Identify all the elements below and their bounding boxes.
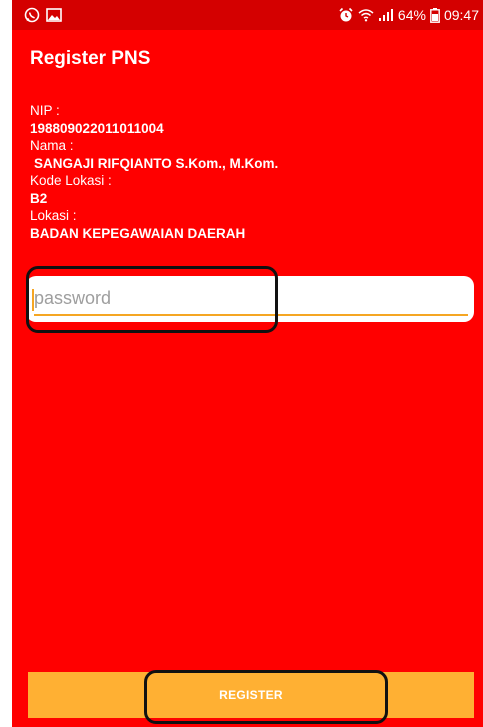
profile-info: NIP : 198809022011011004 Nama : SANGAJI … <box>30 102 278 242</box>
password-highlight-box <box>26 266 278 333</box>
kode-lokasi-label: Kode Lokasi : <box>30 173 112 188</box>
battery-percent: 64% <box>397 7 426 23</box>
whatsapp-icon <box>24 7 40 23</box>
signal-icon <box>378 8 394 22</box>
page-title: Register PNS <box>30 48 151 69</box>
app-screen: 64% 09:47 Register PNS NIP : 19880902201… <box>12 0 483 727</box>
status-time: 09:47 <box>443 7 479 23</box>
status-right: 64% 09:47 <box>338 7 479 23</box>
status-left <box>24 7 62 23</box>
register-highlight-box <box>144 670 388 724</box>
battery-icon <box>430 7 440 23</box>
status-bar: 64% 09:47 <box>12 0 483 30</box>
lokasi-label: Lokasi : <box>30 208 77 223</box>
image-icon <box>46 8 62 22</box>
nama-label: Nama : <box>30 138 74 153</box>
nama-value: SANGAJI RIFQIANTO S.Kom., M.Kom. <box>34 155 279 171</box>
alarm-icon <box>338 7 354 23</box>
kode-lokasi-value: B2 <box>30 190 48 206</box>
lokasi-value: BADAN KEPEGAWAIAN DAERAH <box>30 225 246 241</box>
nip-value: 198809022011011004 <box>30 120 164 136</box>
wifi-icon <box>358 8 374 22</box>
nip-label: NIP : <box>30 103 60 118</box>
